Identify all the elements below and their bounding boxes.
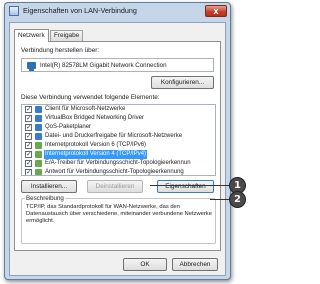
- driver-icon: [35, 115, 42, 122]
- tab-panel-netzwerk: Verbindung herstellen über: Intel(R) 825…: [14, 41, 221, 251]
- network-adapter-icon: [27, 62, 36, 71]
- item-checkbox[interactable]: ✓: [25, 124, 32, 131]
- items-list-label: Diese Verbindung verwendet folgende Elem…: [21, 94, 160, 101]
- item-label: QoS-Paketplaner: [45, 124, 92, 130]
- description-text: TCP/IP, das Standardprotokoll für WAN-Ne…: [26, 204, 212, 224]
- cancel-button[interactable]: Abbrechen: [172, 258, 218, 271]
- client-icon: [35, 106, 42, 113]
- item-label: Datei- und Druckerfreigabe für Microsoft…: [45, 133, 183, 139]
- list-item[interactable]: ✓ Antwort für Verbindungsschicht-Topolog…: [22, 168, 215, 175]
- item-checkbox[interactable]: ✓: [25, 115, 32, 122]
- item-label: Internetprotokoll Version 6 (TCP/IPv6): [45, 142, 147, 148]
- protocol-icon: [35, 169, 42, 175]
- item-label: VirtualBox Bridged Networking Driver: [45, 115, 144, 121]
- ok-button[interactable]: OK: [123, 258, 167, 271]
- list-item[interactable]: ✓ Client für Microsoft-Netzwerke: [22, 105, 215, 114]
- item-label: E/A-Treiber für Verbindungsschicht-Topol…: [45, 160, 191, 166]
- protocol-icon: [35, 160, 42, 167]
- callout-2: 2: [229, 191, 246, 208]
- item-checkbox[interactable]: ✓: [25, 106, 32, 113]
- install-button[interactable]: Installieren...: [21, 180, 77, 193]
- item-checkbox[interactable]: ✓: [25, 142, 32, 149]
- protocol-icon: [35, 142, 42, 149]
- tab-netzwerk[interactable]: Netzwerk: [14, 29, 49, 42]
- item-checkbox[interactable]: ✓: [25, 151, 32, 158]
- service-icon: [35, 124, 42, 131]
- item-label: Internetprotokoll Version 4 (TCP/IPv4): [44, 150, 148, 159]
- connect-using-label: Verbindung herstellen über:: [21, 47, 100, 54]
- close-button[interactable]: x: [205, 5, 227, 17]
- description-group: Beschreibung TCP/IP, das Standardprotoko…: [21, 195, 216, 244]
- items-list[interactable]: ✓ Client für Microsoft-Netzwerke ✓ Virtu…: [21, 104, 216, 176]
- list-item[interactable]: ✓ VirtualBox Bridged Networking Driver: [22, 114, 215, 123]
- uninstall-button[interactable]: Deinstallieren: [87, 180, 143, 193]
- tab-freigabe[interactable]: Freigabe: [50, 30, 84, 41]
- list-item[interactable]: ✓ QoS-Paketplaner: [22, 123, 215, 132]
- configure-button[interactable]: Konfigurieren...: [151, 76, 214, 89]
- properties-dialog: Eigenschaften von LAN-Verbindung x Netzw…: [4, 2, 231, 280]
- network-connection-icon: [9, 6, 19, 16]
- service-icon: [35, 133, 42, 140]
- window-title: Eigenschaften von LAN-Verbindung: [23, 6, 137, 15]
- properties-button[interactable]: Eigenschaften: [157, 180, 214, 193]
- protocol-icon: [35, 151, 42, 158]
- adapter-field: Intel(R) 82578LM Gigabit Network Connect…: [21, 58, 214, 72]
- item-checkbox[interactable]: ✓: [25, 160, 32, 167]
- list-item[interactable]: ✓ Internetprotokoll Version 6 (TCP/IPv6): [22, 141, 215, 150]
- dialog-client: Netzwerk Freigabe Verbindung herstellen …: [9, 22, 226, 276]
- description-title: Beschreibung: [25, 195, 65, 202]
- item-label: Client für Microsoft-Netzwerke: [45, 106, 126, 112]
- list-item[interactable]: ✓ E/A-Treiber für Verbindungsschicht-Top…: [22, 159, 215, 168]
- item-checkbox[interactable]: ✓: [25, 133, 32, 140]
- list-item-selected[interactable]: ✓ Internetprotokoll Version 4 (TCP/IPv4): [22, 150, 215, 159]
- item-label: Antwort für Verbindungsschicht-Topologie…: [45, 169, 184, 175]
- item-checkbox[interactable]: ✓: [25, 169, 32, 175]
- adapter-name: Intel(R) 82578LM Gigabit Network Connect…: [40, 62, 167, 69]
- title-bar[interactable]: Eigenschaften von LAN-Verbindung x: [5, 3, 230, 21]
- list-item[interactable]: ✓ Datei- und Druckerfreigabe für Microso…: [22, 132, 215, 141]
- callout-1-line: [150, 185, 232, 186]
